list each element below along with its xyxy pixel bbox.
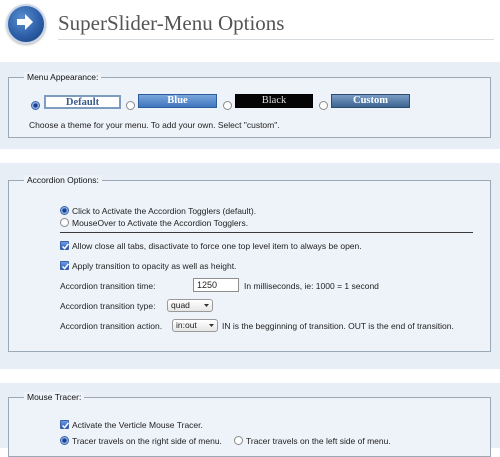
checkmark-icon — [61, 422, 70, 429]
opacity-label: Apply transition to opacity as well as h… — [72, 261, 237, 271]
accordion-legend: Accordion Options: — [24, 175, 102, 185]
theme-custom-radio[interactable] — [319, 101, 328, 110]
chevron-down-icon — [209, 324, 214, 327]
tracer-right-label: Tracer travels on the right side of menu… — [72, 436, 222, 446]
tracer-legend: Mouse Tracer: — [24, 392, 85, 402]
theme-black-swatch[interactable]: Black — [235, 94, 313, 108]
header-divider — [58, 39, 494, 40]
transition-time-hint: In milliseconds, ie: 1000 = 1 second — [244, 281, 379, 291]
transition-time-input[interactable]: 1250 — [193, 278, 239, 292]
transition-action-value: in:out — [176, 320, 197, 330]
transition-action-label: Accordion transition action. — [60, 321, 163, 331]
theme-custom-swatch[interactable]: Custom — [331, 94, 410, 108]
page-title: SuperSlider-Menu Options — [58, 11, 285, 35]
opacity-checkbox[interactable] — [60, 261, 70, 270]
page-header: SuperSlider-Menu Options — [0, 0, 500, 50]
activate-click-radio[interactable] — [60, 206, 69, 215]
theme-blue-swatch[interactable]: Blue — [138, 94, 217, 108]
theme-blue-radio[interactable] — [126, 101, 135, 110]
transition-action-hint: IN is the begginning of transition. OUT … — [222, 321, 454, 331]
chevron-down-icon — [204, 304, 209, 307]
theme-default-radio[interactable] — [31, 101, 40, 110]
theme-help-text: Choose a theme for your menu. To add you… — [29, 120, 280, 130]
tracer-activate-label: Activate the Verticle Mouse Tracer. — [72, 420, 203, 430]
tracer-right-radio[interactable] — [60, 436, 69, 445]
activate-click-label: Click to Activate the Accordion Togglers… — [72, 206, 257, 216]
allow-close-label: Allow close all tabs, disactivate to for… — [72, 241, 362, 251]
tracer-left-label: Tracer travels on the left side of menu. — [246, 436, 391, 446]
transition-time-label: Accordion transition time: — [60, 281, 156, 291]
appearance-panel: Menu Appearance: Default Blue Black Cust… — [8, 72, 491, 138]
accordion-divider — [60, 232, 473, 233]
tracer-activate-checkbox[interactable] — [60, 420, 70, 429]
checkmark-icon — [61, 263, 70, 270]
appearance-legend: Menu Appearance: — [24, 72, 102, 82]
theme-black-radio[interactable] — [223, 101, 232, 110]
checkmark-icon — [61, 243, 70, 250]
transition-type-label: Accordion transition type: — [60, 301, 156, 311]
tracer-panel: Mouse Tracer: Activate the Verticle Mous… — [8, 392, 491, 457]
allow-close-checkbox[interactable] — [60, 241, 70, 250]
arrow-right-circle-icon — [6, 4, 46, 44]
accordion-panel: Accordion Options: Click to Activate the… — [8, 175, 491, 352]
transition-type-select[interactable]: quad — [167, 299, 213, 312]
transition-action-select[interactable]: in:out — [172, 319, 218, 332]
activate-hover-radio[interactable] — [60, 218, 69, 227]
activate-hover-label: MouseOver to Activate the Accordion Togg… — [72, 218, 249, 228]
theme-default-swatch[interactable]: Default — [44, 95, 121, 109]
tracer-left-radio[interactable] — [234, 436, 243, 445]
transition-type-value: quad — [171, 300, 190, 310]
